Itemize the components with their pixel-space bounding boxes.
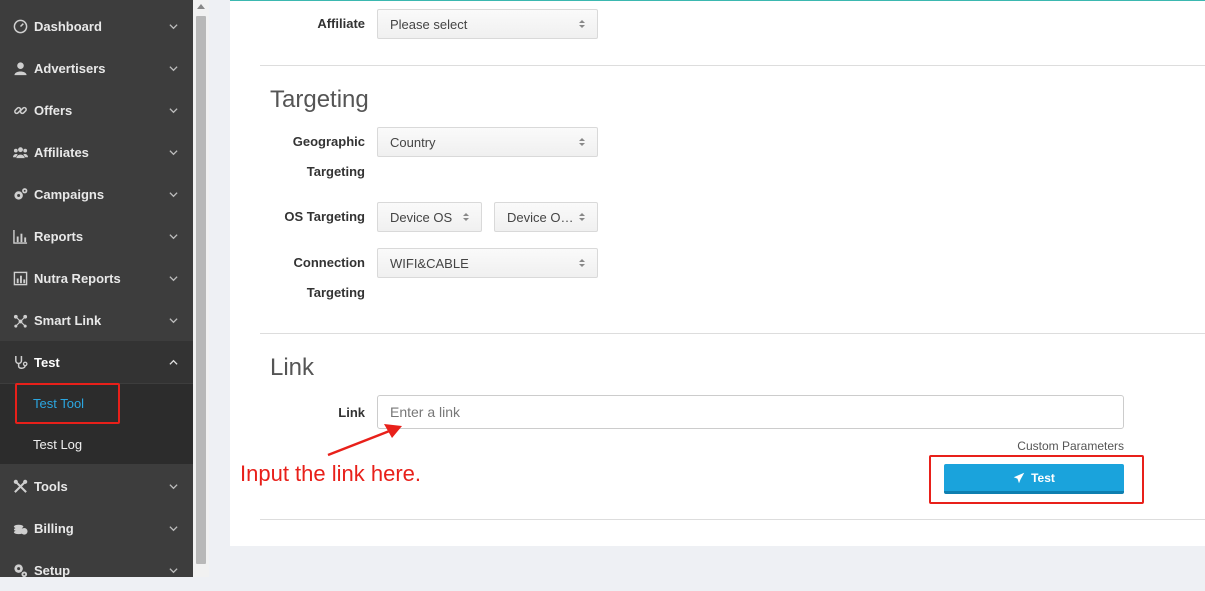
chevron-down-icon (169, 22, 179, 31)
stethoscope-icon (11, 353, 29, 371)
sidebar-item-tools[interactable]: Tools (0, 465, 193, 507)
sidebar-item-test[interactable]: Test (0, 341, 193, 383)
gears-icon (11, 561, 29, 579)
sidebar-item-label: Nutra Reports (34, 270, 121, 286)
chevron-down-icon (169, 274, 179, 283)
sidebar-item-campaigns[interactable]: Campaigns (0, 173, 193, 215)
chevron-down-icon (169, 148, 179, 157)
network-icon (11, 311, 29, 329)
connection-targeting-label-line2: Targeting (306, 285, 365, 300)
section-divider (260, 519, 1205, 520)
custom-parameters-link[interactable]: Custom Parameters (1017, 439, 1124, 453)
tools-icon (11, 477, 29, 495)
affiliate-select[interactable]: Please select (377, 9, 598, 39)
chevron-down-icon (169, 566, 179, 575)
chevron-down-icon (169, 190, 179, 199)
connection-targeting-select[interactable]: WIFI&CABLE (377, 248, 598, 278)
link-section-title: Link (270, 354, 315, 381)
chevron-down-icon (169, 64, 179, 73)
sidebar-item-advertisers[interactable]: Advertisers (0, 47, 193, 89)
affiliate-select-value: Please select (390, 16, 468, 32)
os-select-2[interactable]: Device OS... (494, 202, 598, 232)
connection-select-value: WIFI&CABLE (390, 255, 469, 271)
annotation-text: Input the link here. (240, 461, 422, 486)
select-arrows-icon (459, 213, 473, 221)
link-input[interactable] (377, 395, 1124, 429)
sidebar-item-label: Dashboard (34, 18, 102, 34)
section-divider (260, 65, 1205, 66)
submenu-item-test-log[interactable]: Test Log (33, 437, 82, 452)
sidebar-item-affiliates[interactable]: Affiliates (0, 131, 193, 173)
chevron-down-icon (169, 232, 179, 241)
os-select-2-value: Device OS... (507, 209, 575, 225)
scroll-up-arrow-icon[interactable] (197, 4, 205, 9)
sidebar-item-label: Billing (34, 520, 74, 536)
section-divider (260, 333, 1205, 334)
geo-select-value: Country (390, 134, 436, 150)
sidebar-item-label: Advertisers (34, 60, 106, 76)
sidebar: Dashboard Advertisers Offers Affiliates … (0, 0, 193, 578)
highlight-box-test-tool (15, 383, 120, 424)
chevron-down-icon (169, 524, 179, 533)
sidebar-item-smart-link[interactable]: Smart Link (0, 299, 193, 341)
sidebar-item-label: Campaigns (34, 186, 105, 202)
users-icon (11, 143, 29, 161)
select-arrows-icon (575, 213, 589, 221)
sidebar-item-nutra-reports[interactable]: Nutra Reports (0, 257, 193, 299)
gauge-icon (11, 17, 29, 35)
sidebar-item-reports[interactable]: Reports (0, 215, 193, 257)
affiliate-label: Affiliate (317, 16, 365, 31)
sidebar-item-billing[interactable]: Billing (0, 507, 193, 549)
geo-targeting-select[interactable]: Country (377, 127, 598, 157)
connection-targeting-label-line1: Connection (293, 255, 366, 270)
geo-targeting-label-line1: Geographic (292, 134, 365, 149)
report-icon (11, 269, 29, 287)
cogs-icon (11, 185, 29, 203)
sidebar-item-offers[interactable]: Offers (0, 89, 193, 131)
os-select-1-value: Device OS (390, 209, 453, 225)
bar-chart-icon (11, 227, 29, 245)
sidebar-item-label: Reports (34, 228, 84, 244)
user-icon (11, 59, 29, 77)
sidebar-item-label: Affiliates (34, 144, 89, 160)
highlight-box-test-button (929, 455, 1144, 504)
chevron-down-icon (169, 106, 179, 115)
chevron-up-icon (169, 358, 179, 367)
chevron-down-icon (169, 482, 179, 491)
sidebar-item-dashboard[interactable]: Dashboard (0, 5, 193, 47)
sidebar-item-label: Tools (34, 478, 68, 494)
os-targeting-label: OS Targeting (284, 209, 365, 224)
os-select-1[interactable]: Device OS (377, 202, 482, 232)
coins-icon (11, 519, 29, 537)
sidebar-item-label: Setup (34, 562, 71, 578)
sidebar-item-label: Offers (34, 102, 73, 118)
targeting-section-title: Targeting (270, 86, 369, 113)
select-arrows-icon (575, 259, 589, 267)
link-icon (11, 101, 29, 119)
select-arrows-icon (575, 138, 589, 146)
annotation-arrow-icon (327, 424, 402, 457)
chevron-down-icon (169, 316, 179, 325)
geo-targeting-label-line2: Targeting (306, 164, 365, 179)
sidebar-item-label: Smart Link (34, 312, 102, 328)
select-arrows-icon (575, 20, 589, 28)
sidebar-item-setup[interactable]: Setup (0, 549, 193, 591)
sidebar-item-label: Test (34, 354, 60, 370)
scrollbar-thumb[interactable] (196, 16, 206, 564)
